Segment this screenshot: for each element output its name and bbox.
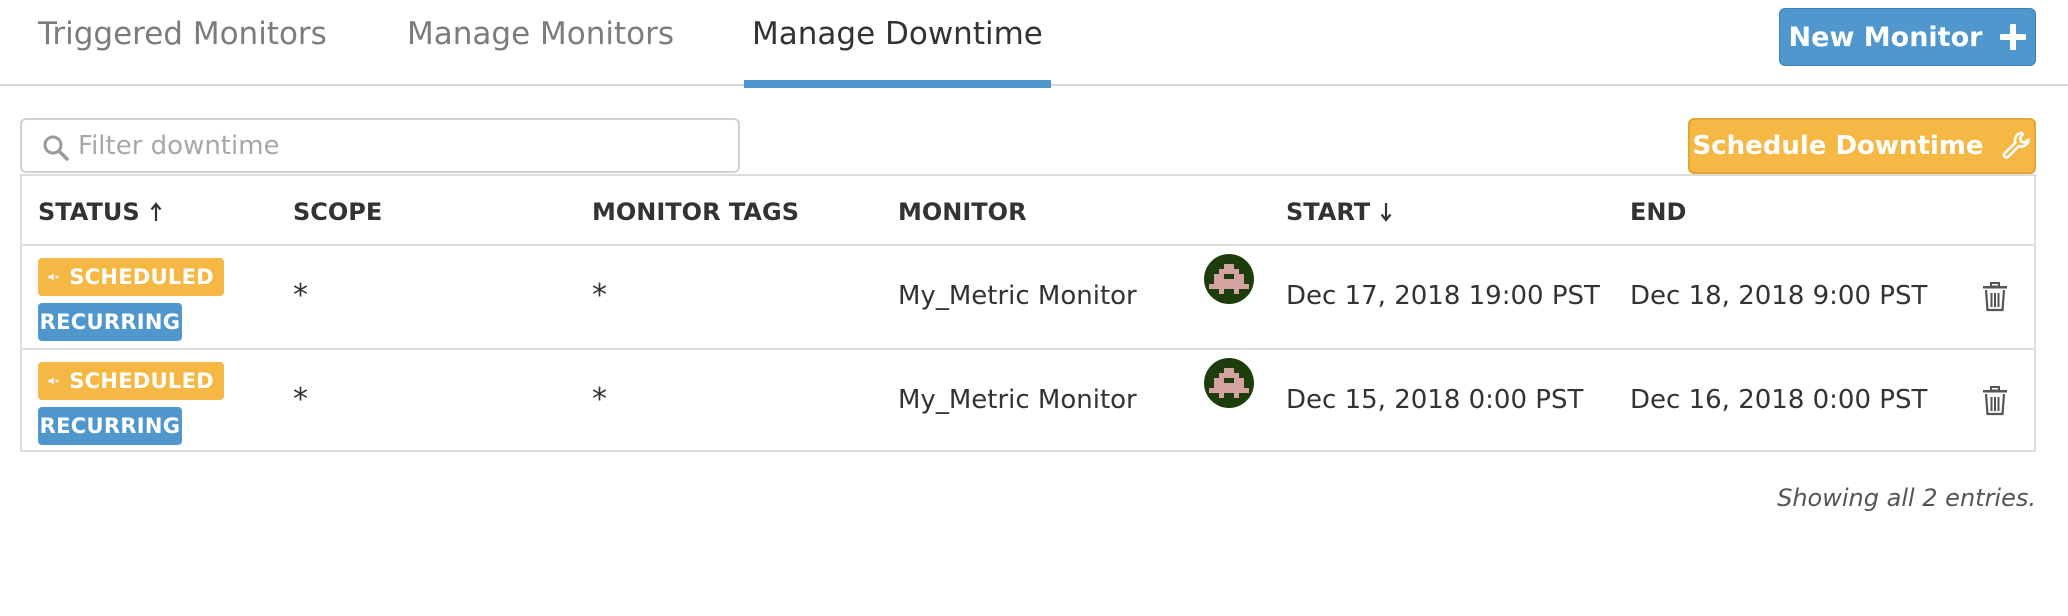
column-header-monitor-label: MONITOR — [898, 198, 1027, 226]
mute-icon — [48, 377, 59, 385]
monitor-link[interactable]: My_Metric Monitor — [898, 281, 1137, 311]
arrow-down-icon — [1380, 203, 1392, 222]
column-header-status-label: STATUS — [38, 198, 140, 226]
tab-bar: Triggered Monitors Manage Monitors Manag… — [0, 0, 2068, 88]
new-monitor-button[interactable]: New Monitor — [1779, 8, 2036, 66]
status-badge-scheduled: SCHEDULED — [38, 258, 224, 296]
mute-icon — [48, 273, 59, 281]
column-header-start-label: START — [1286, 198, 1371, 226]
monitor-tags-value: * — [592, 382, 607, 417]
scope-value: * — [293, 278, 308, 313]
monitor-link[interactable]: My_Metric Monitor — [898, 385, 1137, 415]
column-header-monitor-tags[interactable]: MONITOR TAGS — [592, 198, 799, 226]
tab-manage-downtime[interactable]: Manage Downtime — [744, 16, 1051, 88]
plus-icon — [2000, 24, 2027, 50]
monitor-tags-value: * — [592, 278, 607, 313]
avatar — [1204, 358, 1254, 408]
end-time: Dec 16, 2018 0:00 PST — [1630, 385, 1928, 415]
tab-manage-monitors[interactable]: Manage Monitors — [403, 16, 678, 86]
tab-manage-downtime-label: Manage Downtime — [752, 16, 1043, 52]
start-time: Dec 15, 2018 0:00 PST — [1286, 385, 1584, 415]
schedule-downtime-label: Schedule Downtime — [1692, 131, 1984, 161]
recurring-badge: RECURRING — [38, 303, 182, 341]
trash-icon[interactable] — [1982, 282, 2008, 312]
status-label: SCHEDULED — [69, 265, 214, 289]
avatar — [1204, 254, 1254, 304]
table-row[interactable]: SCHEDULED RECURRING * * My_Metric Monito… — [22, 348, 2034, 450]
entries-count: Showing all 2 entries. — [1777, 484, 2036, 512]
column-header-status[interactable]: STATUS — [38, 198, 162, 226]
table-row[interactable]: SCHEDULED RECURRING * * My_Metric Monito… — [22, 246, 2034, 348]
recurring-label: RECURRING — [39, 414, 181, 438]
column-header-scope[interactable]: SCOPE — [293, 198, 382, 226]
tab-triggered-monitors[interactable]: Triggered Monitors — [34, 16, 331, 86]
column-header-start[interactable]: START — [1286, 198, 1392, 226]
column-header-monitor[interactable]: MONITOR — [898, 198, 1027, 226]
status-badge-scheduled: SCHEDULED — [38, 362, 224, 400]
filter-downtime-search[interactable] — [20, 118, 740, 173]
status-label: SCHEDULED — [69, 369, 214, 393]
scope-value: * — [293, 382, 308, 417]
start-time: Dec 17, 2018 19:00 PST — [1286, 281, 1600, 311]
column-header-monitor-tags-label: MONITOR TAGS — [592, 198, 799, 226]
new-monitor-label: New Monitor — [1788, 21, 1983, 53]
column-header-scope-label: SCOPE — [293, 198, 383, 226]
downtime-table: STATUS SCOPE MONITOR TAGS MONITOR START … — [20, 174, 2036, 452]
wrench-icon — [2002, 131, 2030, 159]
table-header: STATUS SCOPE MONITOR TAGS MONITOR START … — [22, 174, 2034, 246]
arrow-up-icon — [150, 202, 162, 221]
filter-downtime-input[interactable] — [78, 128, 718, 164]
recurring-label: RECURRING — [39, 310, 181, 334]
column-header-end[interactable]: END — [1630, 198, 1686, 226]
recurring-badge: RECURRING — [38, 407, 182, 445]
column-header-end-label: END — [1630, 198, 1687, 226]
schedule-downtime-button[interactable]: Schedule Downtime — [1688, 118, 2036, 174]
end-time: Dec 18, 2018 9:00 PST — [1630, 281, 1928, 311]
active-tab-indicator — [744, 80, 1051, 88]
search-icon — [43, 135, 69, 161]
trash-icon[interactable] — [1982, 386, 2008, 416]
